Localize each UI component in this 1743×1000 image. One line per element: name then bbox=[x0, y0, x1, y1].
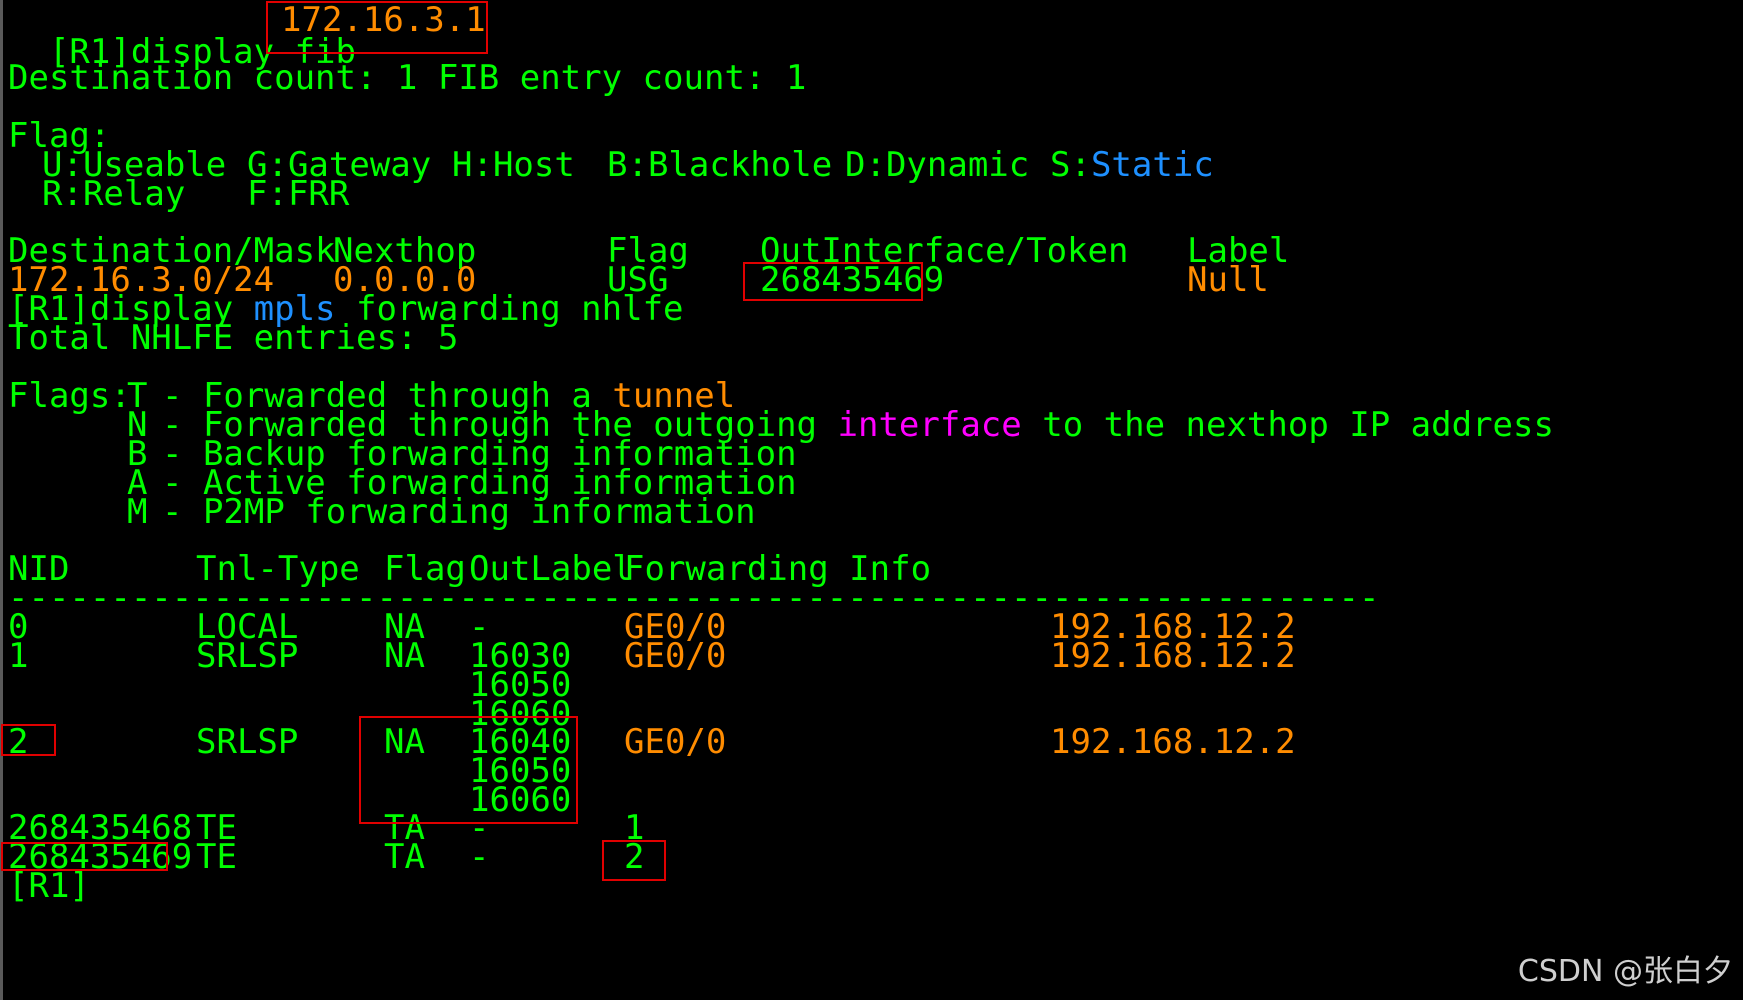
fib-row-label: Null bbox=[1187, 260, 1269, 300]
row2-tnl-type: SRLSP bbox=[196, 722, 299, 762]
total-nhlfe-line: Total NHLFE entries: 5 bbox=[8, 318, 459, 358]
highlight-box-ip-argument bbox=[266, 1, 488, 54]
highlight-box-token-nid bbox=[1, 842, 168, 871]
highlight-box-fib-token bbox=[743, 262, 923, 301]
flag-host: H:Host bbox=[452, 145, 575, 185]
flag-frr: F:FRR bbox=[247, 174, 350, 214]
flag-blackhole: B:Blackhole bbox=[607, 145, 833, 185]
row1-flag: NA bbox=[384, 636, 425, 676]
flag-m-key: M bbox=[127, 492, 148, 532]
flag-relay: R:Relay bbox=[42, 174, 186, 214]
row1-nid: 1 bbox=[8, 636, 29, 676]
nhlfe-header-outlabel: OutLabel bbox=[469, 549, 633, 589]
row2-nexthop-ip: 192.168.12.2 bbox=[1050, 722, 1296, 762]
nhlfe-header-flag: Flag bbox=[384, 549, 466, 589]
row1-tnl-type: SRLSP bbox=[196, 636, 299, 676]
highlight-box-nid-2 bbox=[1, 724, 56, 756]
row4-tnl-type: TE bbox=[196, 837, 237, 877]
flag-static-prefix: S: bbox=[1050, 145, 1091, 185]
flag-n-interface-word: interface bbox=[837, 405, 1022, 445]
flag-dynamic: D:Dynamic bbox=[845, 145, 1030, 185]
row4-outlabel: - bbox=[469, 837, 490, 877]
nhlfe-header-nid: NID bbox=[8, 549, 70, 589]
flag-static-word: Static bbox=[1090, 145, 1214, 185]
row4-flag: TA bbox=[384, 837, 425, 877]
row1-nexthop-ip: 192.168.12.2 bbox=[1050, 636, 1296, 676]
flag-n-text-end: to the nexthop IP address bbox=[1021, 405, 1554, 445]
csdn-watermark: CSDN @张白夕 bbox=[1517, 954, 1733, 989]
nhlfe-header-forwarding-info: Forwarding Info bbox=[624, 549, 932, 589]
flags-label: Flags: bbox=[8, 376, 131, 416]
flag-static: S:Static bbox=[1050, 148, 1214, 182]
nhlfe-header-tnl-type: Tnl-Type bbox=[196, 549, 360, 589]
row1-forwarding-if: GE0/0 bbox=[624, 636, 727, 676]
highlight-box-forwarding-2 bbox=[602, 840, 666, 881]
destination-count-line: Destination count: 1 FIB entry count: 1 bbox=[8, 58, 807, 98]
highlight-box-srlsp-labels bbox=[359, 716, 578, 824]
row2-forwarding-if: GE0/0 bbox=[624, 722, 727, 762]
flag-m-desc: - P2MP forwarding information bbox=[162, 492, 756, 532]
terminal-prompt[interactable]: [R1] bbox=[8, 869, 90, 903]
